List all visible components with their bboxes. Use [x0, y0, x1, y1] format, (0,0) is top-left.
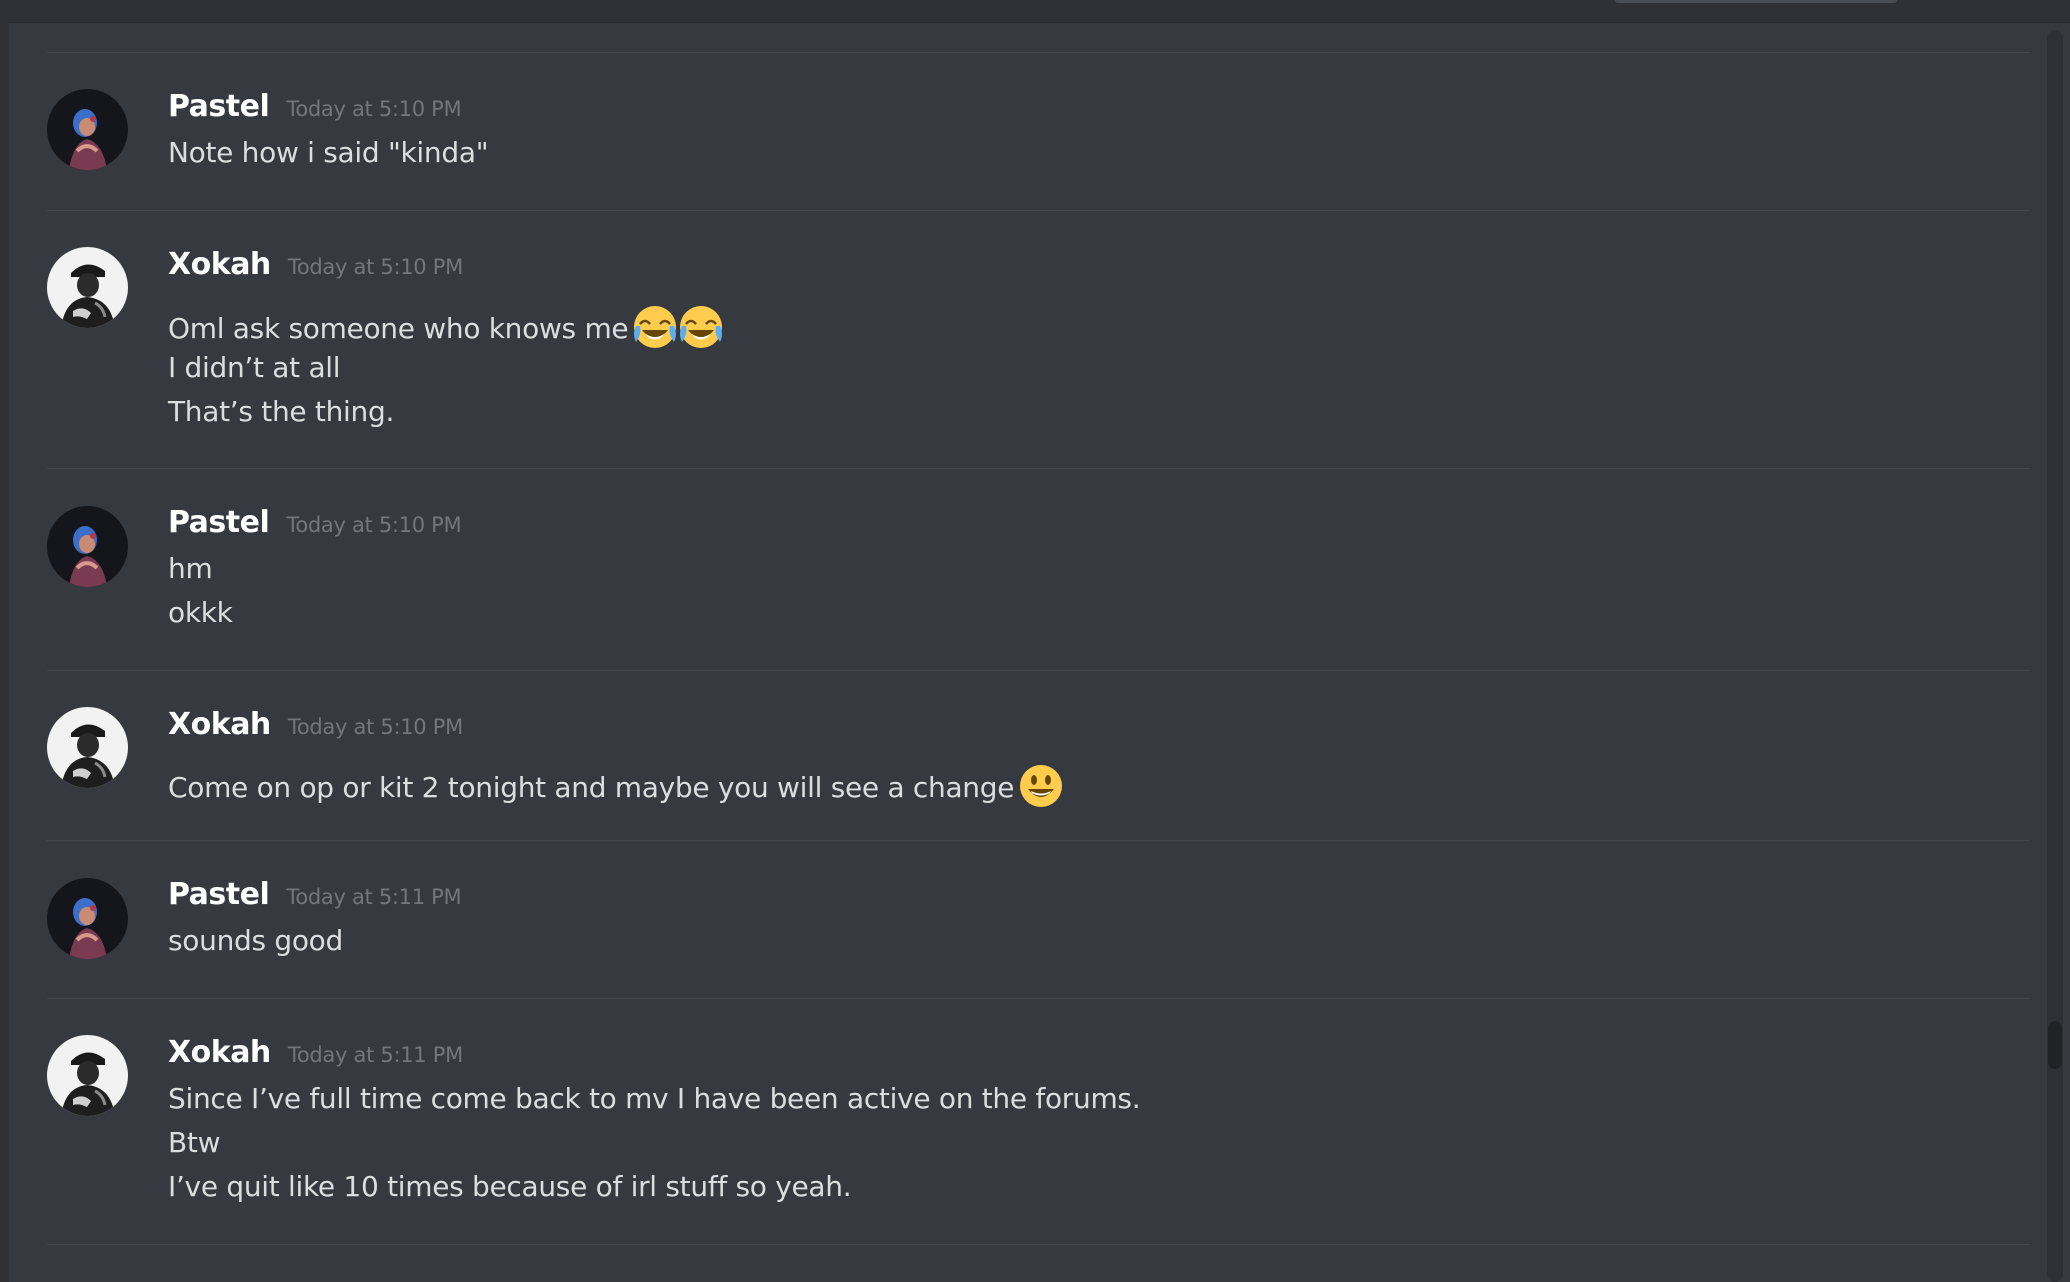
user-avatar-pastel[interactable] [47, 878, 128, 959]
message-divider [47, 998, 2030, 999]
message-timestamp: Today at 5:10 PM [286, 513, 462, 537]
message-author[interactable]: Xokah [168, 247, 271, 282]
user-avatar-pastel[interactable] [47, 506, 128, 587]
scrollbar-thumb[interactable] [2048, 1021, 2062, 1069]
message-author[interactable]: Xokah [168, 707, 271, 742]
message-timestamp: Today at 5:10 PM [287, 715, 463, 739]
message-text: okkk [168, 596, 233, 629]
user-avatar-xokah[interactable] [47, 707, 128, 788]
message-timestamp: Today at 5:10 PM [286, 97, 462, 121]
message-text: I didn’t at all [168, 351, 341, 384]
message-text: Since I’ve full time come back to mv I h… [168, 1082, 1141, 1115]
message-text: I’ve quit like 10 times because of irl s… [168, 1170, 852, 1203]
smiling-face-icon[interactable] [1018, 763, 1064, 809]
message-divider [47, 210, 2030, 211]
message-text: hm [168, 552, 213, 585]
message-timestamp: Today at 5:11 PM [286, 885, 462, 909]
message-divider [47, 670, 2030, 671]
message-divider [47, 1244, 2030, 1245]
user-avatar-pastel[interactable] [47, 89, 128, 170]
message-text-content: Come on op or kit 2 tonight and maybe yo… [168, 771, 1015, 804]
message-text: That’s the thing. [168, 395, 395, 428]
user-avatar-xokah[interactable] [47, 247, 128, 328]
face-with-tears-of-joy-icon[interactable] [632, 304, 678, 350]
message-text: Note how i said "kinda" [168, 136, 489, 169]
message-timestamp: Today at 5:11 PM [287, 1043, 463, 1067]
message-text: Btw [168, 1126, 221, 1159]
message-author[interactable]: Pastel [168, 505, 270, 540]
message-text: sounds good [168, 924, 343, 957]
message-text: Oml ask someone who knows me [168, 304, 724, 350]
message-divider [47, 468, 2030, 469]
message-author[interactable]: Xokah [168, 1035, 271, 1070]
user-avatar-xokah[interactable] [47, 1035, 128, 1116]
message-divider [47, 52, 2030, 53]
message-author[interactable]: Pastel [168, 89, 270, 124]
scrollbar-track[interactable] [2047, 30, 2063, 1282]
message-list: Pastel Today at 5:10 PM Note how i said … [0, 0, 2070, 1282]
message-text-content: Oml ask someone who knows me [168, 312, 629, 345]
message-text: Come on op or kit 2 tonight and maybe yo… [168, 763, 1064, 809]
message-timestamp: Today at 5:10 PM [287, 255, 463, 279]
message-author[interactable]: Pastel [168, 877, 270, 912]
message-divider [47, 840, 2030, 841]
face-with-tears-of-joy-icon[interactable] [678, 304, 724, 350]
